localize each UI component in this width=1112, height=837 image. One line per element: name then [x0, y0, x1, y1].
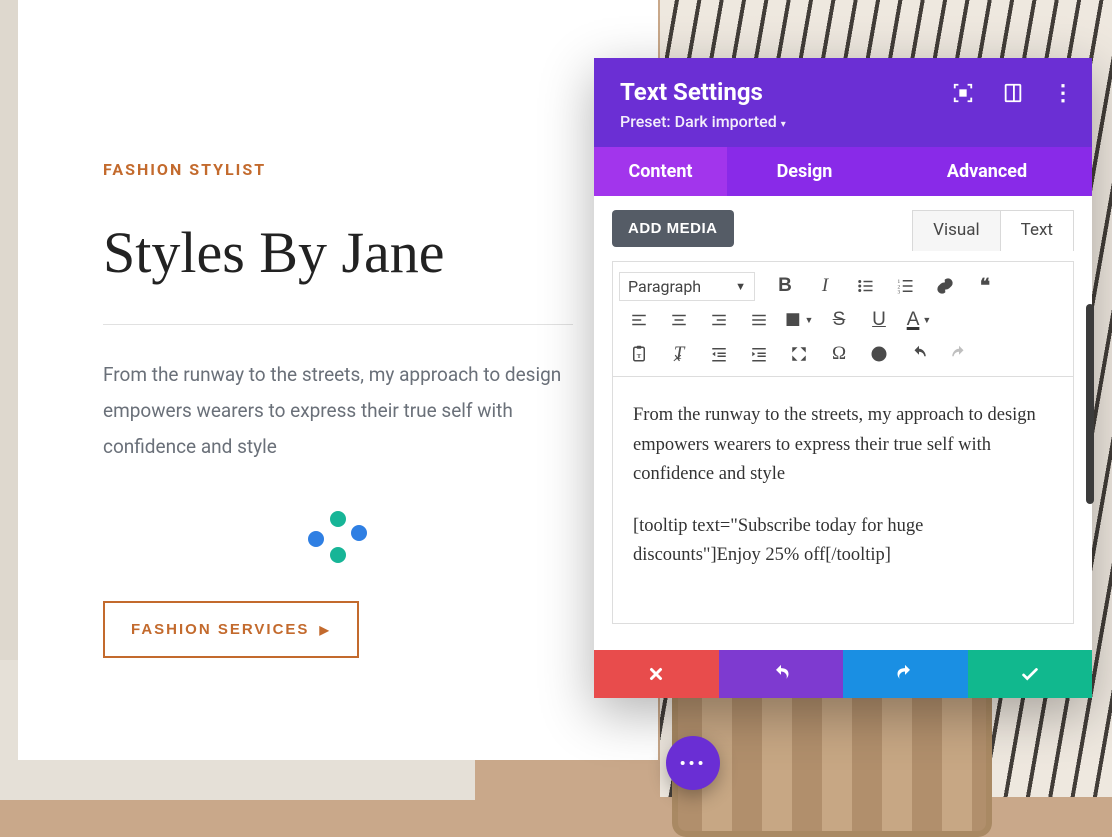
tab-advanced[interactable]: Advanced — [882, 147, 1092, 196]
chevron-down-icon: ▾ — [781, 119, 786, 130]
panel-tabs: Content Design Advanced — [594, 147, 1092, 196]
page-title: Styles By Jane — [103, 219, 573, 286]
outdent-icon[interactable] — [699, 338, 739, 370]
align-justify-icon[interactable] — [739, 304, 779, 336]
undo-button[interactable] — [719, 650, 844, 698]
responsive-preview-icon[interactable] — [1002, 82, 1024, 104]
preset-dropdown[interactable]: Preset: Dark imported ▾ — [620, 112, 1066, 131]
text-settings-panel: Text Settings Preset: Dark imported▾ Con… — [594, 58, 1092, 698]
editor-area: ADD MEDIA Visual Text Paragraph ▼ B I 12… — [594, 196, 1092, 624]
redo-icon — [895, 664, 915, 684]
fashion-services-button[interactable]: FASHION SERVICES ▶ — [103, 601, 359, 658]
editor-toolbar: Paragraph ▼ B I 123 ❝ ▼ S U A▼ — [612, 261, 1074, 376]
align-right-icon[interactable] — [699, 304, 739, 336]
editor-mode-visual[interactable]: Visual — [912, 210, 1000, 251]
editor-paragraph: [tooltip text="Subscribe today for huge … — [633, 512, 1053, 571]
link-icon[interactable] — [925, 270, 965, 302]
table-icon[interactable]: ▼ — [779, 304, 819, 336]
text-editor[interactable]: From the runway to the streets, my appro… — [612, 376, 1074, 624]
floating-menu-button[interactable] — [666, 736, 720, 790]
blockquote-icon[interactable]: ❝ — [965, 270, 1005, 302]
paste-as-text-icon[interactable]: T — [619, 338, 659, 370]
indent-icon[interactable] — [739, 338, 779, 370]
eyebrow-text: FASHION STYLIST — [103, 160, 573, 179]
save-button[interactable] — [968, 650, 1093, 698]
body-text: From the runway to the streets, my appro… — [103, 357, 573, 465]
loading-spinner-icon — [308, 511, 368, 565]
fullscreen-icon[interactable] — [779, 338, 819, 370]
numbered-list-icon[interactable]: 123 — [885, 270, 925, 302]
chevron-down-icon: ▼ — [735, 280, 746, 293]
editor-mode-text[interactable]: Text — [1001, 210, 1074, 251]
align-left-icon[interactable] — [619, 304, 659, 336]
svg-text:T: T — [637, 353, 642, 360]
panel-header[interactable]: Text Settings Preset: Dark imported▾ — [594, 58, 1092, 147]
content-card: FASHION STYLIST Styles By Jane From the … — [18, 0, 658, 760]
align-center-icon[interactable] — [659, 304, 699, 336]
redo-button[interactable] — [843, 650, 968, 698]
format-select[interactable]: Paragraph ▼ — [619, 272, 755, 301]
panel-action-bar — [594, 650, 1092, 698]
more-options-icon[interactable] — [1052, 82, 1074, 104]
text-color-icon[interactable]: A▼ — [899, 304, 939, 336]
undo-icon[interactable] — [899, 338, 939, 370]
italic-icon[interactable]: I — [805, 270, 845, 302]
panel-scrollbar[interactable] — [1086, 304, 1094, 504]
background-left-strip — [0, 0, 18, 660]
bold-icon[interactable]: B — [765, 270, 805, 302]
divider — [103, 324, 573, 325]
snap-to-element-icon[interactable] — [952, 82, 974, 104]
cancel-button[interactable] — [594, 650, 719, 698]
preset-label: Preset: Dark imported — [620, 112, 777, 131]
undo-icon — [771, 664, 791, 684]
clear-formatting-icon[interactable]: T✕ — [659, 338, 699, 370]
tab-content[interactable]: Content — [594, 147, 727, 196]
special-character-icon[interactable]: Ω — [819, 338, 859, 370]
add-media-button[interactable]: ADD MEDIA — [612, 210, 734, 247]
tab-design[interactable]: Design — [727, 147, 882, 196]
redo-icon[interactable] — [939, 338, 979, 370]
emoji-icon[interactable] — [859, 338, 899, 370]
strikethrough-icon[interactable]: S — [819, 304, 859, 336]
chevron-right-icon: ▶ — [319, 623, 330, 637]
close-icon — [647, 665, 665, 683]
bullet-list-icon[interactable] — [845, 270, 885, 302]
editor-paragraph: From the runway to the streets, my appro… — [633, 401, 1053, 490]
svg-text:3: 3 — [898, 290, 901, 296]
underline-icon[interactable]: U — [859, 304, 899, 336]
check-icon — [1019, 663, 1041, 685]
format-select-label: Paragraph — [628, 277, 701, 296]
fashion-services-label: FASHION SERVICES — [131, 621, 309, 638]
